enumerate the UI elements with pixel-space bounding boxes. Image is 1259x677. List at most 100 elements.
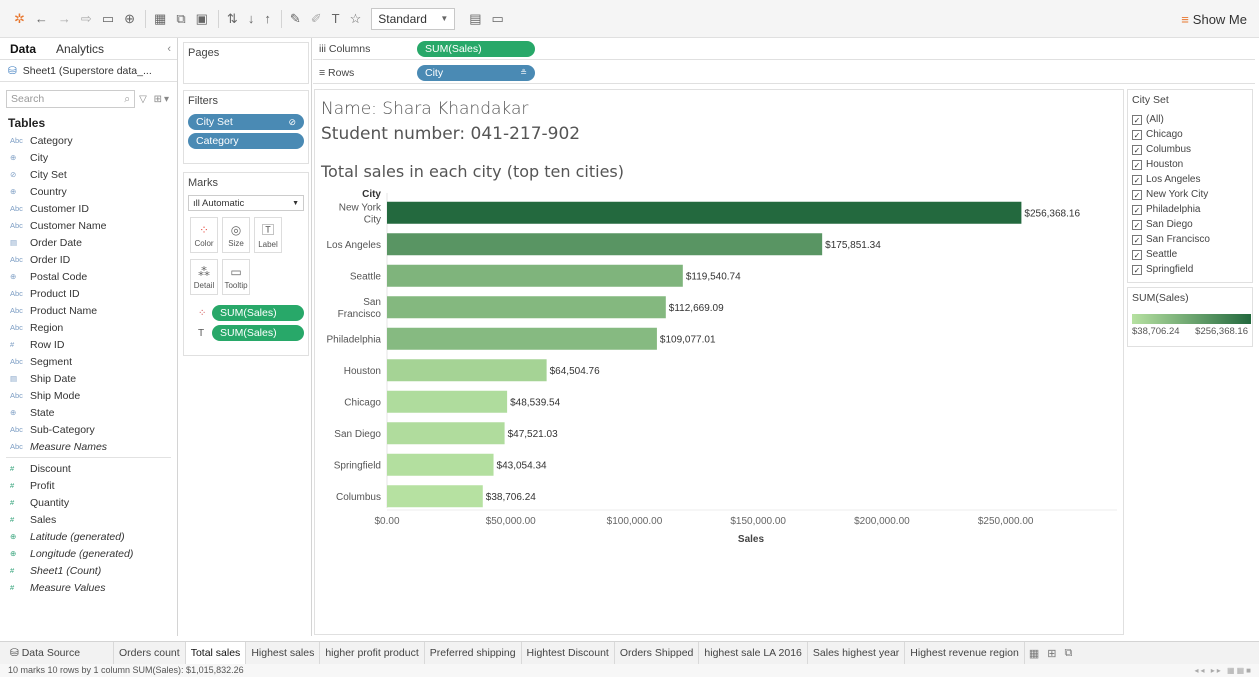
city-set-checkbox-item[interactable]: ✓ Houston (1132, 157, 1248, 172)
checkbox-checked-icon[interactable]: ✓ (1132, 234, 1142, 245)
tooltip-button[interactable]: ▭ Tooltip (222, 259, 250, 295)
field-item[interactable]: Abc Customer ID (0, 200, 177, 217)
color-button[interactable]: ⁘ Color (190, 217, 218, 253)
pin-icon[interactable]: ☆ (350, 11, 362, 27)
field-item[interactable]: Abc Product ID (0, 285, 177, 302)
revert-icon[interactable]: ⇨ (81, 11, 92, 27)
bar[interactable] (387, 422, 505, 445)
new-worksheet-icon[interactable]: ▦ (154, 11, 166, 27)
sheet-tab[interactable]: Highest revenue region (905, 641, 1025, 665)
checkbox-checked-icon[interactable]: ✓ (1132, 174, 1142, 185)
bar[interactable] (387, 453, 494, 476)
pages-card[interactable]: Pages (183, 42, 309, 84)
checkbox-checked-icon[interactable]: ✓ (1132, 114, 1142, 125)
undo-icon[interactable]: ← (35, 11, 48, 27)
city-set-checkbox-item[interactable]: ✓ Los Angeles (1132, 172, 1248, 187)
sheet-tab[interactable]: Orders count (114, 641, 186, 665)
field-item[interactable]: Abc Segment (0, 353, 177, 370)
sort-descending-icon[interactable]: ↑ (264, 11, 271, 27)
field-item[interactable]: # Profit (0, 477, 177, 494)
city-set-checkbox-item[interactable]: ✓ San Diego (1132, 217, 1248, 232)
detail-button[interactable]: ⁂ Detail (190, 259, 218, 295)
columns-pill[interactable]: SUM(Sales) (417, 40, 535, 57)
filter-view-icons[interactable]: ▽ ⊞▾ (139, 94, 171, 105)
duplicate-sheet-icon[interactable]: ⧉ (176, 11, 185, 27)
sheet-tab[interactable]: highest sale LA 2016 (699, 641, 808, 665)
marks-pill-sum-sales[interactable]: SUM(Sales) (212, 305, 304, 321)
new-worksheet-icon[interactable]: ▦ (1025, 647, 1043, 660)
size-button[interactable]: ◎ Size (222, 217, 250, 253)
label-button[interactable]: 🅃 Label (254, 217, 282, 253)
show-me-button[interactable]: ≡ Show Me (1181, 12, 1247, 27)
tableau-logo-icon[interactable]: ✲ (14, 11, 25, 27)
field-item[interactable]: ⊕ City (0, 149, 177, 166)
field-item[interactable]: Abc Sub-Category (0, 421, 177, 438)
clear-sheet-icon[interactable]: ▣ (196, 11, 208, 27)
field-item[interactable]: # Measure Values (0, 579, 177, 596)
city-set-checkbox-item[interactable]: ✓ New York City (1132, 187, 1248, 202)
city-set-checkbox-item[interactable]: ✓ Philadelphia (1132, 202, 1248, 217)
field-item[interactable]: Abc Customer Name (0, 217, 177, 234)
tab-data[interactable]: Data (0, 38, 46, 60)
sheet-tab[interactable]: Sales highest year (808, 641, 906, 665)
checkbox-checked-icon[interactable]: ✓ (1132, 249, 1142, 260)
bar[interactable] (387, 296, 666, 319)
field-item[interactable]: ⊕ Postal Code (0, 268, 177, 285)
city-set-checkbox-item[interactable]: ✓ Columbus (1132, 142, 1248, 157)
datasource-item[interactable]: ⛁ Sheet1 (Superstore data_... (0, 60, 177, 82)
city-set-checkbox-item[interactable]: ✓ San Francisco (1132, 232, 1248, 247)
group-icon[interactable]: ✐ (311, 11, 322, 27)
field-item[interactable]: ▤ Order Date (0, 234, 177, 251)
field-item[interactable]: Abc Ship Mode (0, 387, 177, 404)
field-item[interactable]: ⊕ State (0, 404, 177, 421)
collapse-icon[interactable]: ‹ (167, 43, 171, 55)
marks-pill-sum-sales[interactable]: SUM(Sales) (212, 325, 304, 341)
presentation-icon[interactable]: ▤ (469, 11, 481, 27)
field-item[interactable]: # Sheet1 (Count) (0, 562, 177, 579)
navigation-icons[interactable]: ◂◂ ▸▸ ▦▦■ (1195, 664, 1253, 677)
tab-analytics[interactable]: Analytics (46, 38, 114, 60)
new-datasource-icon[interactable]: ⊕ (124, 11, 135, 27)
tooltip-icon[interactable]: ▭ (492, 11, 504, 27)
mark-type-select[interactable]: ıll Automatic ▼ (188, 195, 304, 211)
bar[interactable] (387, 327, 657, 350)
checkbox-checked-icon[interactable]: ✓ (1132, 204, 1142, 215)
sheet-tab[interactable]: Preferred shipping (425, 641, 522, 665)
redo-icon[interactable]: → (58, 11, 71, 27)
bar[interactable] (387, 359, 547, 382)
bar[interactable] (387, 390, 508, 413)
checkbox-checked-icon[interactable]: ✓ (1132, 219, 1142, 230)
sheet-tab[interactable]: Highest sales (246, 641, 321, 665)
bar[interactable] (387, 485, 483, 508)
checkbox-checked-icon[interactable]: ✓ (1132, 189, 1142, 200)
fit-select[interactable]: Standard ▼ (371, 7, 456, 30)
new-story-icon[interactable]: ⧉ (1060, 647, 1076, 660)
bar[interactable] (387, 201, 1022, 224)
swap-icon[interactable]: ⇅ (227, 11, 238, 27)
field-item[interactable]: Abc Measure Names (0, 438, 177, 455)
sort-ascending-icon[interactable]: ↓ (248, 11, 255, 27)
checkbox-checked-icon[interactable]: ✓ (1132, 159, 1142, 170)
sheet-tab[interactable]: Total sales (185, 641, 247, 665)
field-item[interactable]: ⊕ Longitude (generated) (0, 545, 177, 562)
field-item[interactable]: ⊕ Country (0, 183, 177, 200)
sheet-tab[interactable]: higher profit product (320, 641, 425, 665)
bar[interactable] (387, 264, 683, 287)
filter-pill-category[interactable]: Category (188, 133, 304, 149)
sheet-tab[interactable]: Hightest Discount (522, 641, 615, 665)
field-item[interactable]: ⊕ Latitude (generated) (0, 528, 177, 545)
city-set-checkbox-item[interactable]: ✓ Chicago (1132, 127, 1248, 142)
checkbox-checked-icon[interactable]: ✓ (1132, 129, 1142, 140)
new-dashboard-icon[interactable]: ⊞ (1043, 647, 1060, 660)
bar[interactable] (387, 233, 823, 256)
field-item[interactable]: # Discount (0, 460, 177, 477)
field-item[interactable]: Abc Product Name (0, 302, 177, 319)
city-set-checkbox-item[interactable]: ✓ Seattle (1132, 247, 1248, 262)
field-item[interactable]: Abc Order ID (0, 251, 177, 268)
show-labels-icon[interactable]: T (332, 11, 340, 27)
search-input[interactable]: Search ⌕ (6, 90, 136, 108)
highlight-icon[interactable]: ✎ (290, 11, 301, 27)
field-item[interactable]: # Quantity (0, 494, 177, 511)
city-set-checkbox-item[interactable]: ✓ Springfield (1132, 262, 1248, 277)
field-item[interactable]: Abc Category (0, 132, 177, 149)
